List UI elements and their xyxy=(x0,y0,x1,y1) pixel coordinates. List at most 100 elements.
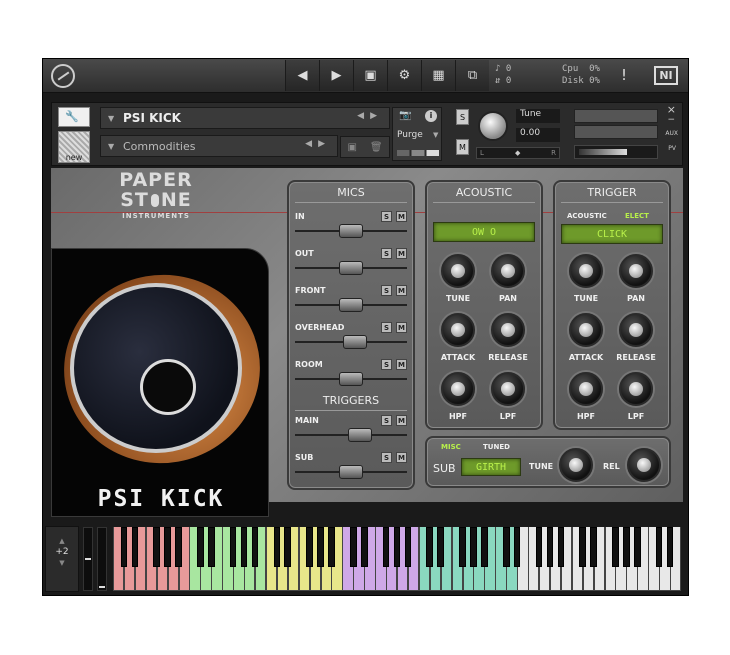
black-key[interactable] xyxy=(197,527,204,567)
trigger-sample-display[interactable]: CLICK xyxy=(561,224,663,244)
trigger-tune-knob[interactable] xyxy=(569,254,603,288)
instrument-name-field[interactable]: ▼ PSI KICK ◀▶ xyxy=(100,107,390,129)
acoustic-sample-display[interactable]: OW O xyxy=(433,222,535,242)
black-key[interactable] xyxy=(404,527,412,567)
trigger-tab-elect[interactable]: ELECT xyxy=(625,212,649,220)
library-name-field[interactable]: ▼ Commodities ◀▶ xyxy=(100,135,338,157)
octave-up-icon[interactable]: ▲ xyxy=(46,537,78,545)
black-key[interactable] xyxy=(164,527,171,567)
black-key[interactable] xyxy=(393,527,401,567)
mic-slider-handle[interactable] xyxy=(339,298,363,312)
black-key[interactable] xyxy=(317,527,324,567)
black-key[interactable] xyxy=(535,527,543,567)
minimize-icon[interactable]: − xyxy=(667,115,675,125)
sub-sample-display[interactable]: GIRTH xyxy=(461,458,521,476)
mic-slider-handle[interactable] xyxy=(339,261,363,275)
piano-keyboard[interactable] xyxy=(113,527,682,591)
trigger-hpf-knob[interactable] xyxy=(569,372,603,406)
trigger-solo-button[interactable]: S xyxy=(381,452,392,463)
black-key[interactable] xyxy=(546,527,554,567)
black-key[interactable] xyxy=(251,527,259,567)
black-key[interactable] xyxy=(175,527,182,567)
black-key[interactable] xyxy=(328,527,335,567)
mic-mute-button[interactable]: M xyxy=(396,322,407,333)
sub-tab-misc[interactable]: MISC xyxy=(441,443,461,451)
ni-logo-icon[interactable]: NI xyxy=(654,66,678,85)
trigger-slider-handle[interactable] xyxy=(347,428,372,442)
resize-button[interactable]: ⧉ xyxy=(455,60,489,91)
mic-solo-button[interactable]: S xyxy=(381,285,392,296)
trigger-mute-button[interactable]: M xyxy=(396,452,407,463)
mod-wheel[interactable] xyxy=(97,527,107,591)
mic-slider-handle[interactable] xyxy=(339,224,363,238)
black-key[interactable] xyxy=(590,527,597,567)
save-snapshot-icon[interactable]: ▣ xyxy=(347,142,356,153)
mic-mute-button[interactable]: M xyxy=(396,211,407,222)
black-key[interactable] xyxy=(273,527,281,567)
black-key[interactable] xyxy=(612,527,619,567)
black-key[interactable] xyxy=(350,527,357,567)
instrument-edit-button[interactable]: 🔧 xyxy=(58,107,90,127)
black-key[interactable] xyxy=(634,527,641,567)
black-key[interactable] xyxy=(426,527,434,567)
pan-slider[interactable]: L ◆ R xyxy=(476,147,560,159)
black-key[interactable] xyxy=(579,527,586,567)
trigger-solo-button[interactable]: S xyxy=(381,415,392,426)
warning-icon[interactable]: ! xyxy=(621,66,627,84)
black-key[interactable] xyxy=(360,527,368,567)
mic-mute-button[interactable]: M xyxy=(396,248,407,259)
black-key[interactable] xyxy=(120,527,128,567)
mic-solo-button[interactable]: S xyxy=(381,322,392,333)
black-key[interactable] xyxy=(557,527,565,567)
sub-release-knob[interactable] xyxy=(627,448,661,482)
black-key[interactable] xyxy=(623,527,630,567)
master-tune-knob[interactable] xyxy=(478,111,508,141)
black-key[interactable] xyxy=(470,527,477,567)
black-key[interactable] xyxy=(284,527,292,567)
save-button[interactable]: ▣ xyxy=(353,60,387,91)
pv-button[interactable]: PV xyxy=(668,145,676,152)
trigger-attack-knob[interactable] xyxy=(569,313,603,347)
mic-solo-button[interactable]: S xyxy=(381,211,392,222)
trigger-pan-knob[interactable] xyxy=(619,254,653,288)
view-button[interactable]: ▦ xyxy=(421,60,455,91)
octave-shift-control[interactable]: ▲ +2 ▼ xyxy=(45,526,79,592)
black-key[interactable] xyxy=(208,527,215,567)
black-key[interactable] xyxy=(153,527,160,567)
black-key[interactable] xyxy=(481,527,488,567)
mute-button[interactable]: M xyxy=(456,139,469,155)
prev-instrument-button[interactable]: ◀ xyxy=(285,60,319,91)
acoustic-attack-knob[interactable] xyxy=(441,313,475,347)
octave-down-icon[interactable]: ▼ xyxy=(46,559,78,567)
sub-tab-tuned[interactable]: TUNED xyxy=(483,443,510,451)
pitch-wheel[interactable] xyxy=(83,527,93,591)
black-key[interactable] xyxy=(131,527,139,567)
acoustic-lpf-knob[interactable] xyxy=(491,372,525,406)
volume-slider[interactable] xyxy=(574,145,658,159)
mic-slider-handle[interactable] xyxy=(339,372,363,386)
mic-solo-button[interactable]: S xyxy=(381,359,392,370)
new-instrument-thumbnail[interactable]: new xyxy=(58,131,90,163)
black-key[interactable] xyxy=(513,527,521,567)
trigger-tab-acoustic[interactable]: ACOUSTIC xyxy=(567,212,607,220)
black-key[interactable] xyxy=(229,527,237,567)
acoustic-tune-knob[interactable] xyxy=(441,254,475,288)
kontakt-logo-icon[interactable] xyxy=(51,64,75,88)
acoustic-release-knob[interactable] xyxy=(491,313,525,347)
black-key[interactable] xyxy=(502,527,510,567)
mic-slider-handle[interactable] xyxy=(343,335,368,349)
aux-button[interactable]: AUX xyxy=(665,130,678,137)
black-key[interactable] xyxy=(459,527,466,567)
trigger-slider-handle[interactable] xyxy=(339,465,363,479)
black-key[interactable] xyxy=(666,527,674,567)
black-key[interactable] xyxy=(306,527,313,567)
delete-icon[interactable]: 🗑 xyxy=(370,142,383,153)
solo-button[interactable]: S xyxy=(456,109,469,125)
black-key[interactable] xyxy=(382,527,390,567)
mic-mute-button[interactable]: M xyxy=(396,285,407,296)
black-key[interactable] xyxy=(240,527,248,567)
info-icon[interactable]: i xyxy=(425,110,437,122)
settings-button[interactable]: ⚙ xyxy=(387,60,421,91)
sub-tune-knob[interactable] xyxy=(559,448,593,482)
library-nav-arrows-icon[interactable]: ◀▶ xyxy=(305,139,331,149)
